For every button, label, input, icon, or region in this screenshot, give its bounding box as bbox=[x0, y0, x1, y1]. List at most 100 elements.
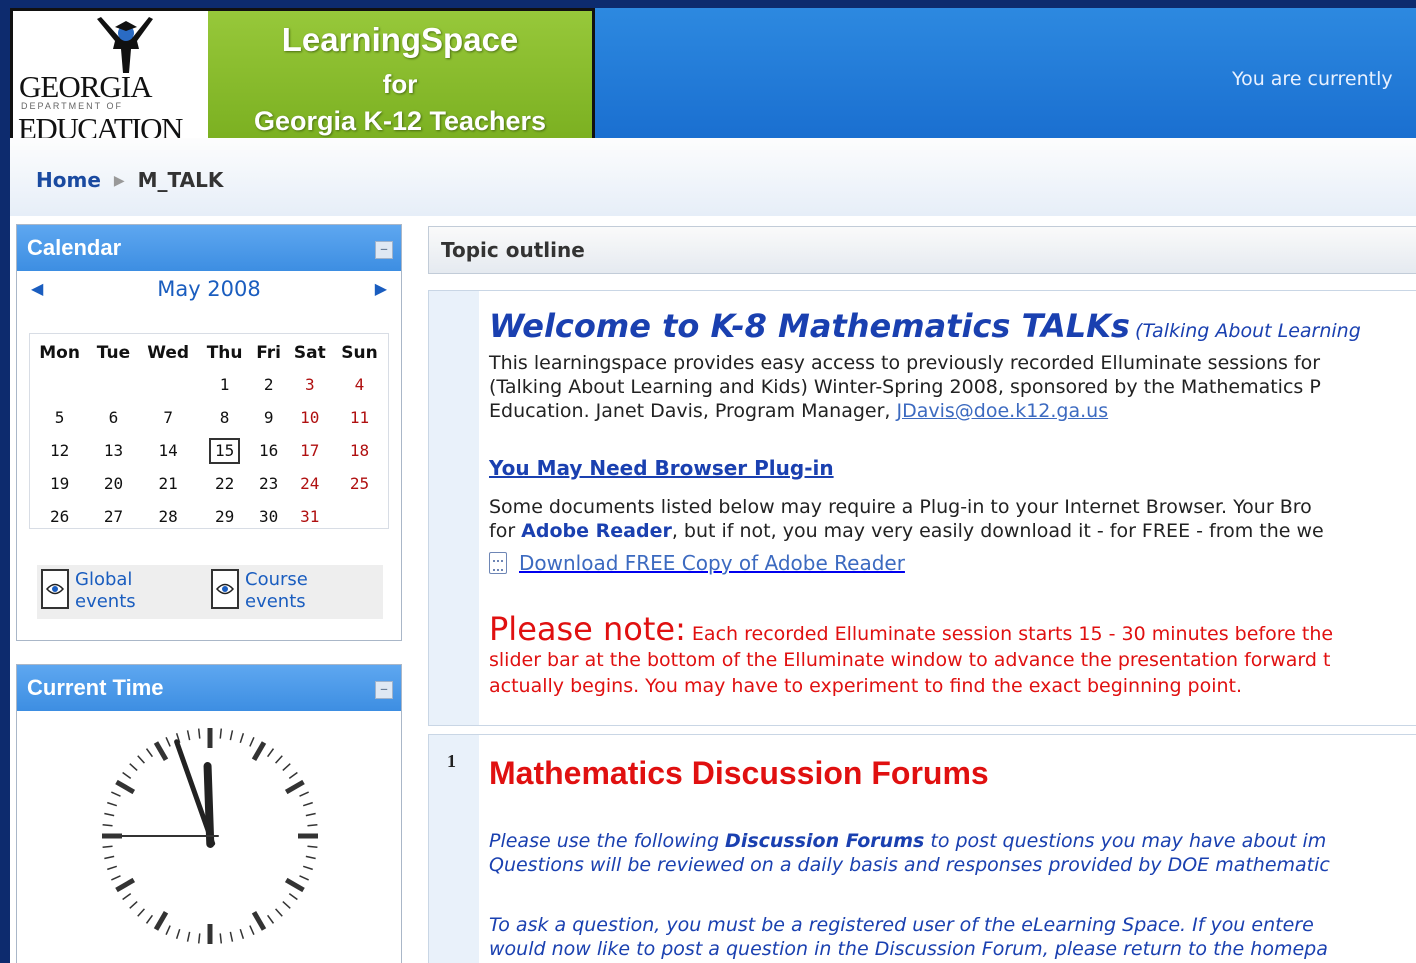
topic-outline-title: Topic outline bbox=[441, 238, 585, 262]
calendar-day[interactable]: 14 bbox=[138, 434, 199, 467]
clock-tick bbox=[219, 728, 223, 739]
calendar-day[interactable]: 16 bbox=[251, 434, 287, 467]
clock-tick bbox=[186, 931, 191, 942]
note-line-3: actually begins. You may have to experim… bbox=[489, 675, 1243, 697]
calendar-day[interactable]: 28 bbox=[138, 500, 199, 533]
global-events-label: Global events bbox=[75, 569, 136, 612]
calendar-day[interactable]: 19 bbox=[30, 467, 89, 500]
logo-georgia-text: GEORGIA bbox=[19, 69, 152, 104]
weekday-fri: Fri bbox=[256, 343, 282, 363]
clock-tick bbox=[282, 901, 291, 909]
clock-tick bbox=[107, 865, 118, 871]
clock-tick bbox=[145, 748, 154, 758]
course-events-link[interactable]: Course events bbox=[211, 569, 308, 613]
calendar-day[interactable]: 1 bbox=[199, 368, 251, 401]
clock-tick bbox=[165, 737, 171, 747]
breadcrumb-current: M_TALK bbox=[137, 168, 224, 192]
forums-title: Mathematics Discussion Forums bbox=[489, 755, 989, 791]
clock-tick bbox=[266, 914, 275, 924]
clock-tick bbox=[111, 791, 121, 797]
calendar-day-today[interactable]: 15 bbox=[199, 434, 251, 467]
clock-tick bbox=[288, 892, 298, 901]
gadoe-logo: GEORGIA DEPARTMENT OF EDUCATION bbox=[13, 11, 208, 146]
calendar-day[interactable]: 21 bbox=[138, 467, 199, 500]
page: GEORGIA DEPARTMENT OF EDUCATION Learning… bbox=[10, 8, 1416, 963]
breadcrumb-separator-icon: ▶ bbox=[113, 173, 125, 189]
weekday-sat: Sat bbox=[293, 343, 326, 363]
calendar-day[interactable]: 24 bbox=[287, 467, 333, 500]
clock-tick bbox=[197, 933, 201, 944]
calendar-day[interactable]: 27 bbox=[89, 500, 138, 533]
calendar-day[interactable]: 10 bbox=[287, 401, 333, 434]
calendar-day[interactable]: 31 bbox=[287, 500, 333, 533]
calendar-week-row: 1234 bbox=[30, 368, 386, 401]
clock-tick bbox=[288, 771, 298, 780]
calendar-weekday-row: Mon Tue Wed Thu Fri Sat Sun bbox=[30, 338, 386, 368]
clock-tick bbox=[266, 748, 275, 758]
calendar-week-row: 12 13 14 15 16 17 18 bbox=[30, 434, 386, 467]
calendar-day[interactable]: 25 bbox=[333, 467, 386, 500]
clock-tick bbox=[122, 892, 132, 901]
clock-tick bbox=[115, 877, 136, 893]
section-1: 1 Mathematics Discussion Forums Please u… bbox=[428, 734, 1416, 963]
clock-tick bbox=[302, 801, 313, 807]
breadcrumb-home-link[interactable]: Home bbox=[36, 168, 101, 192]
calendar-day[interactable]: 23 bbox=[251, 467, 287, 500]
current-time-block-header: Current Time – bbox=[17, 665, 401, 711]
calendar-day[interactable]: 3 bbox=[287, 368, 333, 401]
clock-tick bbox=[307, 823, 318, 827]
global-events-link[interactable]: Global events bbox=[41, 569, 136, 613]
calendar-month-row: ◀ May 2008 ▶ bbox=[17, 271, 401, 311]
topic-outline-header: Topic outline bbox=[428, 226, 1416, 274]
calendar-empty-cell bbox=[333, 500, 386, 533]
clock-tick bbox=[153, 741, 169, 762]
graduate-figure-icon bbox=[97, 17, 153, 73]
calendar-day[interactable]: 7 bbox=[138, 401, 199, 434]
calendar-day[interactable]: 11 bbox=[333, 401, 386, 434]
next-month-icon[interactable]: ▶ bbox=[375, 279, 387, 298]
analog-clock-icon bbox=[102, 728, 318, 944]
calendar-day[interactable]: 20 bbox=[89, 467, 138, 500]
calendar-day[interactable]: 2 bbox=[251, 368, 287, 401]
site-logo[interactable]: GEORGIA DEPARTMENT OF EDUCATION Learning… bbox=[10, 8, 595, 148]
calendar-day[interactable]: 9 bbox=[251, 401, 287, 434]
calendar-week-row: 26 27 28 29 30 31 bbox=[30, 500, 386, 533]
calendar-day[interactable]: 5 bbox=[30, 401, 89, 434]
calendar-table: Mon Tue Wed Thu Fri Sat Sun 1 2 3 4 5 6 7 8 9 10 1… bbox=[30, 338, 386, 533]
clock-tick bbox=[251, 741, 267, 762]
browser-plugin-link[interactable]: You May Need Browser Plug-in bbox=[489, 456, 834, 480]
calendar-day[interactable]: 6 bbox=[89, 401, 138, 434]
clock-tick bbox=[102, 845, 113, 849]
calendar-day[interactable]: 4 bbox=[333, 368, 386, 401]
calendar-day[interactable]: 17 bbox=[287, 434, 333, 467]
calendar-day[interactable]: 22 bbox=[199, 467, 251, 500]
calendar-day[interactable]: 8 bbox=[199, 401, 251, 434]
download-adobe-reader-link[interactable]: Download FREE Copy of Adobe Reader bbox=[489, 551, 905, 575]
course-events-label: Course events bbox=[245, 569, 308, 612]
calendar-day[interactable]: 12 bbox=[30, 434, 89, 467]
clock-tick bbox=[239, 928, 245, 939]
minus-icon: – bbox=[380, 679, 388, 698]
navbar: Home ▶ M_TALK bbox=[10, 138, 1416, 216]
plugin-line-1: Some documents listed below may require … bbox=[489, 496, 1312, 518]
section-0: Welcome to K-8 Mathematics TALKs (Talkin… bbox=[428, 290, 1416, 726]
calendar-day[interactable]: 26 bbox=[30, 500, 89, 533]
calendar-month-label: May 2008 bbox=[157, 277, 261, 301]
clock-tick bbox=[284, 877, 305, 893]
calendar-day[interactable]: 18 bbox=[333, 434, 386, 467]
calendar-hide-button[interactable]: – bbox=[375, 241, 393, 259]
calendar-grid: Mon Tue Wed Thu Fri Sat Sun 1 2 3 4 5 6 7 8 9 10 1… bbox=[29, 333, 389, 529]
clock-tick bbox=[115, 779, 136, 795]
calendar-day[interactable]: 29 bbox=[199, 500, 251, 533]
calendar-day[interactable]: 13 bbox=[89, 434, 138, 467]
welcome-title: Welcome to K-8 Mathematics TALKs bbox=[489, 307, 1130, 345]
weekday-wed: Wed bbox=[147, 343, 190, 363]
clock-tick bbox=[305, 855, 316, 860]
calendar-block: Calendar – ◀ May 2008 ▶ Mon Tue Wed Thu … bbox=[16, 224, 402, 641]
current-time-hide-button[interactable]: – bbox=[375, 681, 393, 699]
clock-tick bbox=[284, 779, 305, 795]
email-link[interactable]: JDavis@doe.k12.ga.us bbox=[896, 400, 1108, 422]
welcome-subtitle: (Talking About Learning bbox=[1135, 320, 1361, 342]
calendar-day[interactable]: 30 bbox=[251, 500, 287, 533]
forums-line-4: would now like to post a question in the… bbox=[489, 938, 1328, 960]
